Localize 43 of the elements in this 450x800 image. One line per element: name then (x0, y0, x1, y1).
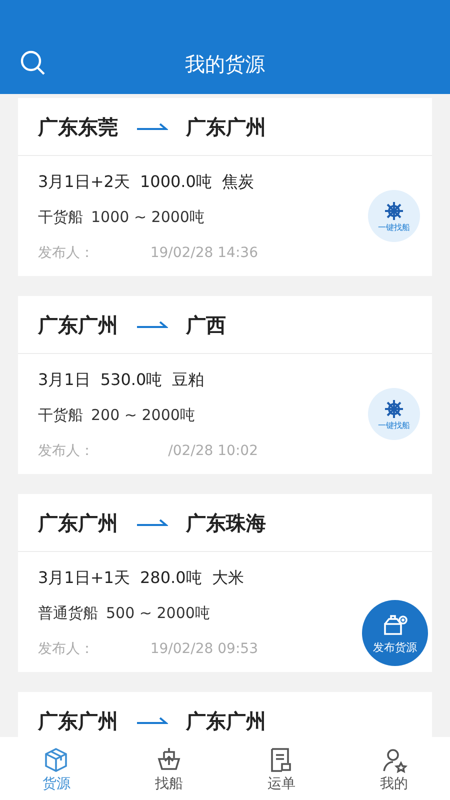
nav-tab[interactable]: 货源 (0, 737, 112, 800)
cargo-card[interactable]: 广东广州 广东广州 (18, 692, 432, 737)
schedule-text: 3月1日+2天 (38, 171, 130, 193)
publish-time: /02/28 10:02 (168, 442, 258, 460)
publisher-label: 发布人： (38, 244, 94, 262)
publisher-label: 发布人： (38, 640, 94, 658)
publish-time: 19/02/28 09:53 (150, 640, 258, 658)
find-ship-button[interactable]: 一键找船 (368, 190, 420, 242)
origin-city: 广东广州 (38, 708, 118, 734)
tonnage-text: 200 ~ 2000吨 (91, 404, 195, 426)
ship-type-text: 普通货船 (38, 602, 98, 624)
cargo-card[interactable]: 广东广州 广西 3月1日 530.0吨 豆粕 干货船 200 ~ 2000吨 发布人： /02/28 10:02 一键找船 (18, 296, 432, 474)
origin-city: 广东广州 (38, 312, 118, 338)
publisher-label: 发布人： (38, 442, 94, 460)
schedule-text: 3月1日+1天 (38, 567, 130, 589)
destination-city: 广西 (186, 312, 226, 338)
cargo-text: 豆粕 (172, 369, 204, 391)
cargo-box-icon (382, 614, 408, 638)
ship-type-text: 干货船 (38, 206, 83, 228)
destination-city: 广东珠海 (186, 510, 266, 536)
tonnage-text: 1000 ~ 2000吨 (91, 206, 204, 228)
find-ship-button[interactable]: 一键找船 (368, 388, 420, 440)
weight-text: 280.0吨 (140, 567, 202, 589)
publish-time: 19/02/28 14:36 (150, 244, 258, 262)
weight-text: 1000.0吨 (140, 171, 212, 193)
origin-city: 广东东莞 (38, 114, 118, 140)
tonnage-text: 500 ~ 2000吨 (106, 602, 210, 624)
page-title: 我的货源 (185, 51, 265, 78)
ship-wheel-icon (384, 398, 404, 418)
schedule-text: 3月1日 (38, 369, 90, 391)
cargo-text: 焦炭 (222, 171, 254, 193)
search-icon[interactable] (20, 50, 46, 76)
nav-tab[interactable]: 运单 (225, 737, 338, 800)
ship-wheel-icon (384, 200, 404, 220)
nav-tab[interactable]: 找船 (112, 737, 225, 800)
destination-city: 广东广州 (186, 708, 266, 734)
weight-text: 530.0吨 (100, 369, 162, 391)
origin-city: 广东广州 (38, 510, 118, 536)
cargo-text: 大米 (212, 567, 244, 589)
ship-type-text: 干货船 (38, 404, 83, 426)
cargo-card[interactable]: 广东东莞 广东广州 3月1日+2天 1000.0吨 焦炭 干货船 1000 ~ 2000吨 发布人： 19/02/28 14:36 一键找船 (18, 98, 432, 276)
nav-tab[interactable]: 我的 (338, 737, 450, 800)
destination-city: 广东广州 (186, 114, 266, 140)
